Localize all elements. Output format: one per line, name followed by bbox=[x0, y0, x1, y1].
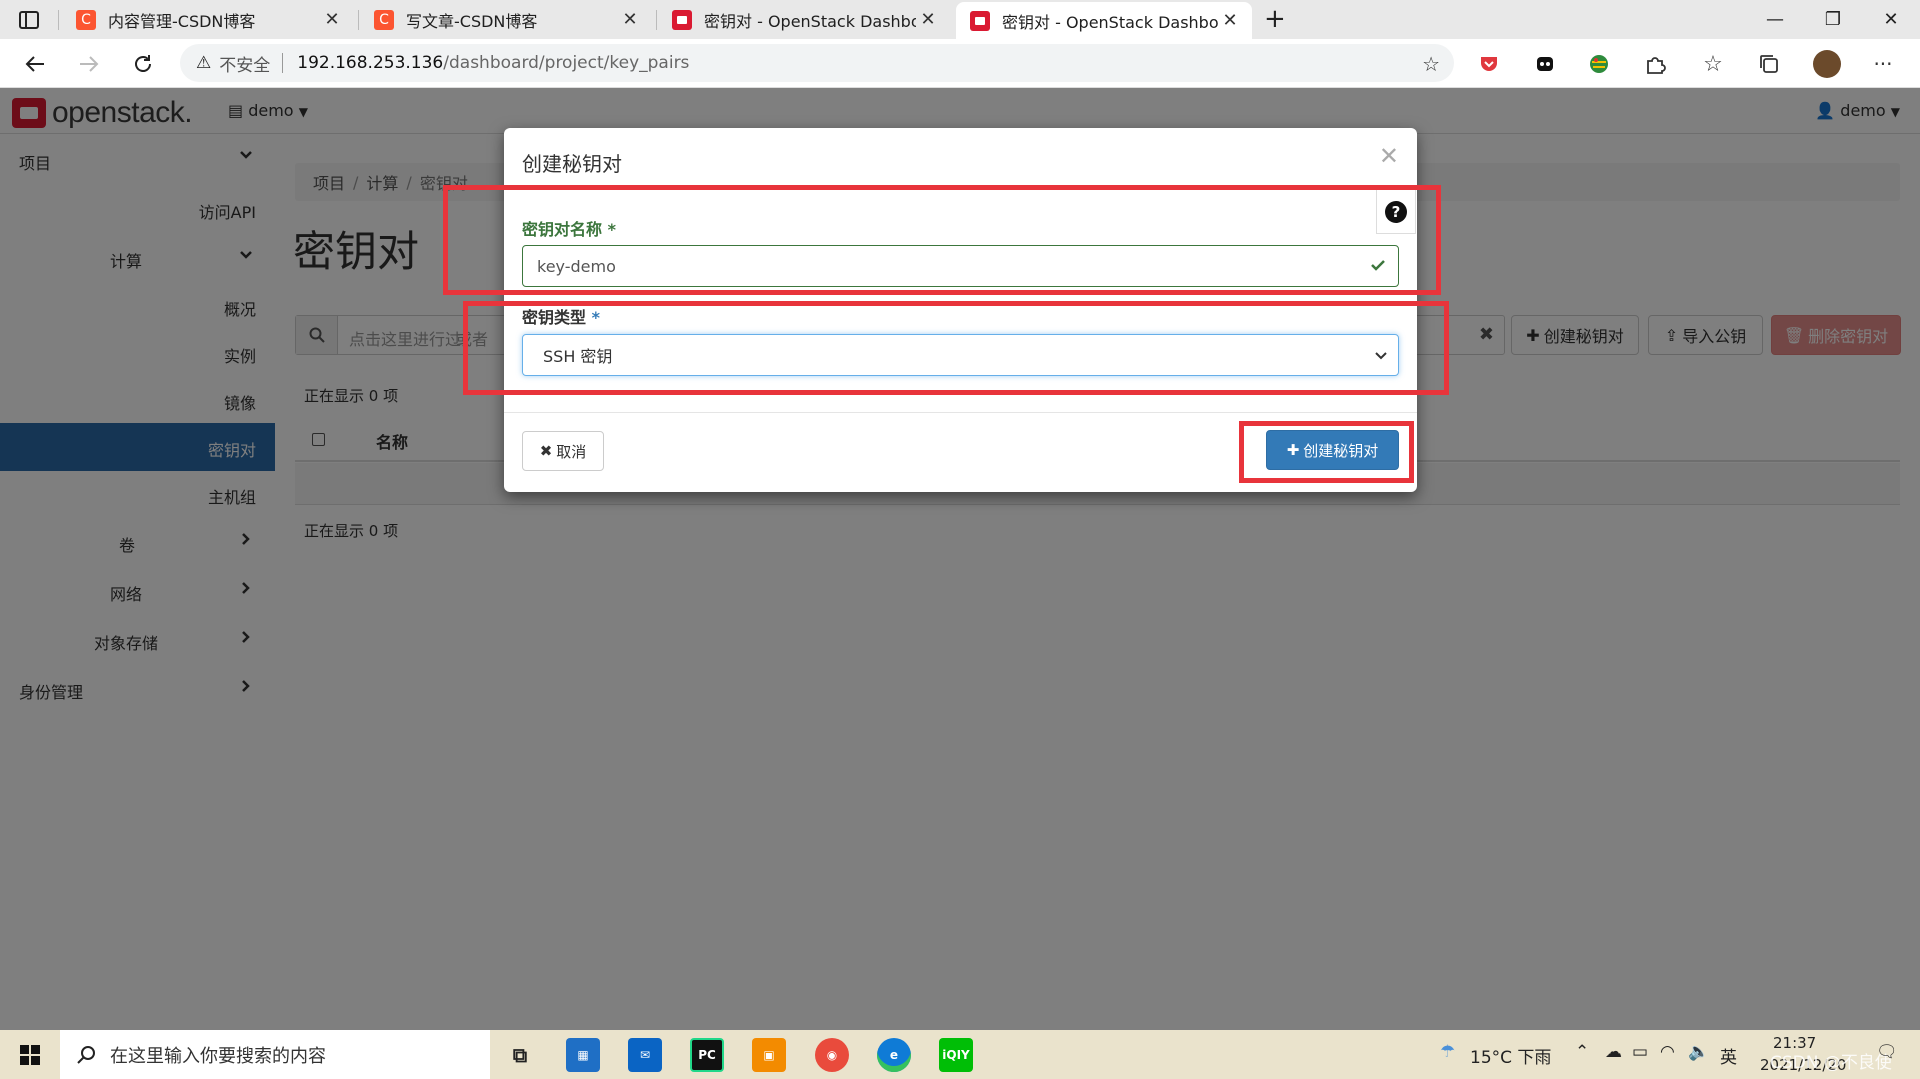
annotation-highlight-type bbox=[463, 301, 1449, 395]
weather-text[interactable]: 15°C 下雨 bbox=[1470, 1043, 1551, 1068]
url-path: /dashboard/project/key_pairs bbox=[443, 53, 690, 73]
forward-icon[interactable] bbox=[72, 47, 106, 81]
address-bar[interactable]: ⚠ 不安全 192.168.253.136/dashboard/project/… bbox=[180, 44, 1454, 82]
browser-toolbar: ⚠ 不安全 192.168.253.136/dashboard/project/… bbox=[0, 39, 1920, 88]
modal-header: 创建秘钥对 ✕ bbox=[504, 128, 1417, 190]
pycharm-icon[interactable]: PC bbox=[690, 1038, 724, 1072]
extensions-puzzle-icon[interactable] bbox=[1642, 51, 1668, 77]
security-label: 不安全 bbox=[219, 55, 271, 76]
tab-title: 写文章-CSDN博客 bbox=[406, 11, 538, 31]
refresh-icon[interactable] bbox=[126, 47, 160, 81]
app-swirl-icon[interactable]: ◉ bbox=[815, 1038, 849, 1072]
minimize-icon[interactable]: — bbox=[1746, 0, 1804, 39]
tab-close-icon[interactable]: ✕ bbox=[320, 8, 344, 32]
url-host: 192.168.253.136 bbox=[297, 53, 444, 73]
pocket-extension-icon[interactable] bbox=[1476, 51, 1502, 77]
tab-close-icon[interactable]: ✕ bbox=[916, 8, 940, 32]
tab-close-icon[interactable]: ✕ bbox=[618, 8, 642, 32]
warning-icon: ⚠ bbox=[196, 53, 212, 73]
annotation-highlight-submit bbox=[1239, 421, 1414, 483]
notification-icon[interactable]: 🗨 bbox=[1876, 1042, 1898, 1062]
csdn-favicon-icon: C bbox=[76, 9, 96, 30]
browser-tab-active[interactable]: 密钥对 - OpenStack Dashboard ✕ bbox=[956, 2, 1252, 39]
browser-tab[interactable]: 密钥对 - OpenStack Dashboard ✕ bbox=[658, 0, 950, 39]
wifi-icon[interactable]: ◠ bbox=[1660, 1042, 1675, 1062]
vmware-icon[interactable]: ▣ bbox=[752, 1038, 786, 1072]
favorites-icon[interactable]: ☆ bbox=[1700, 51, 1726, 77]
task-view-icon[interactable]: ⧉ bbox=[503, 1038, 537, 1072]
cancel-button[interactable]: ✖ 取消 bbox=[522, 431, 604, 471]
back-icon[interactable] bbox=[18, 47, 52, 81]
close-icon: ✖ bbox=[539, 442, 553, 460]
search-icon bbox=[76, 1045, 96, 1065]
globe-extension-icon[interactable] bbox=[1586, 51, 1612, 77]
profile-avatar[interactable] bbox=[1813, 50, 1841, 78]
window-controls: — ❐ ✕ bbox=[1746, 0, 1920, 39]
browser-tab[interactable]: C 内容管理-CSDN博客 ✕ bbox=[62, 0, 354, 39]
more-icon[interactable]: ··· bbox=[1870, 51, 1896, 77]
ime-indicator[interactable]: 英 bbox=[1720, 1043, 1737, 1068]
collections-icon[interactable] bbox=[1756, 51, 1782, 77]
store-icon[interactable]: ▦ bbox=[566, 1038, 600, 1072]
battery-icon[interactable]: ▭ bbox=[1632, 1042, 1648, 1062]
volume-icon[interactable]: 🔈 bbox=[1688, 1042, 1709, 1062]
onedrive-icon[interactable]: ☁ bbox=[1605, 1042, 1622, 1062]
browser-tab-bar: C 内容管理-CSDN博客 ✕ C 写文章-CSDN博客 ✕ 密钥对 - Ope… bbox=[0, 0, 1920, 39]
windows-start-icon[interactable] bbox=[0, 1030, 60, 1079]
iqiyi-icon[interactable]: iQIY bbox=[939, 1038, 973, 1072]
tab-close-icon[interactable]: ✕ bbox=[1218, 9, 1242, 33]
tab-title: 密钥对 - OpenStack Dashboard bbox=[704, 11, 916, 31]
extension-icon[interactable] bbox=[1532, 51, 1558, 77]
csdn-favicon-icon: C bbox=[374, 9, 394, 30]
new-tab-button[interactable]: + bbox=[1264, 4, 1286, 34]
tab-actions-icon[interactable] bbox=[18, 9, 40, 31]
close-icon[interactable]: ✕ bbox=[1379, 142, 1399, 170]
openstack-favicon-icon bbox=[970, 10, 990, 31]
taskbar-search-input[interactable]: 在这里输入你要搜索的内容 bbox=[60, 1030, 490, 1079]
openstack-favicon-icon bbox=[672, 9, 692, 30]
taskbar-search-placeholder: 在这里输入你要搜索的内容 bbox=[110, 1045, 326, 1067]
windows-taskbar: 在这里输入你要搜索的内容 ⧉ ▦ ✉ PC ▣ ◉ e iQIY ☂ 15°C … bbox=[0, 1030, 1920, 1079]
tab-title: 内容管理-CSDN博客 bbox=[108, 11, 256, 31]
favorite-add-icon[interactable]: ☆ bbox=[1422, 52, 1440, 76]
restore-icon[interactable]: ❐ bbox=[1804, 0, 1862, 39]
edge-icon[interactable]: e bbox=[877, 1038, 911, 1072]
browser-tab[interactable]: C 写文章-CSDN博客 ✕ bbox=[360, 0, 652, 39]
mail-icon[interactable]: ✉ bbox=[628, 1038, 662, 1072]
window-close-icon[interactable]: ✕ bbox=[1862, 0, 1920, 39]
csdn-watermark: CSDN @不良使 bbox=[1770, 1053, 1892, 1073]
weather-icon: ☂ bbox=[1440, 1042, 1456, 1062]
tab-title: 密钥对 - OpenStack Dashboard bbox=[1002, 12, 1218, 32]
annotation-highlight-name bbox=[443, 185, 1441, 295]
tray-expand-icon[interactable]: ⌃ bbox=[1575, 1042, 1589, 1062]
modal-title: 创建秘钥对 bbox=[522, 152, 622, 176]
